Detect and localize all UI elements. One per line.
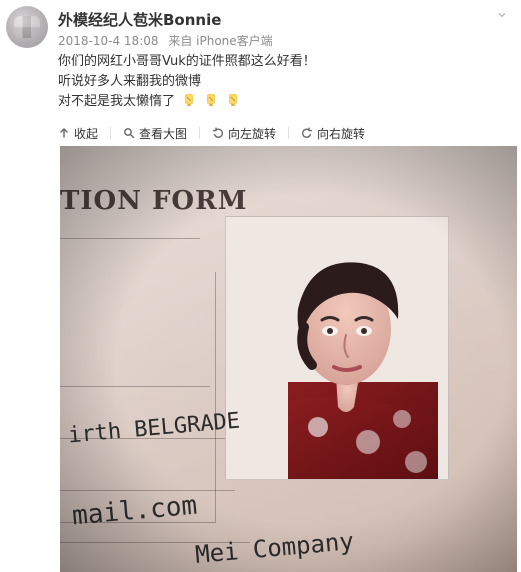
form-title: TION FORM [60, 186, 248, 216]
author-name[interactable]: 外模经纪人苞米Bonnie [58, 9, 221, 30]
chevron-down-icon[interactable]: ⌄ [493, 3, 511, 21]
rotate-left-icon [212, 127, 224, 138]
post-line-3: 对不起是我太懒惰了 [58, 92, 508, 112]
post-source: 来自 iPhone客户端 [168, 34, 273, 48]
handwritten-company: Mei Company [194, 527, 355, 569]
post-line-1: 你们的网红小哥哥Vuk的证件照都这么好看！ [58, 54, 316, 69]
toolbar-divider [288, 127, 290, 139]
toolbar-divider [110, 127, 112, 139]
toolbar-divider [199, 127, 201, 139]
emoji-icon [225, 92, 241, 108]
avatar[interactable] [6, 6, 48, 48]
post-text: 你们的网红小哥哥Vuk的证件照都这么好看！ 听说好多人来翻我的微博 对不起是我太… [58, 52, 508, 112]
image-toolbar: 收起 查看大图 向左旋转 向右旋转 [58, 122, 512, 144]
portrait-illustration [226, 217, 448, 479]
rotate-right-label: 向右旋转 [317, 126, 366, 141]
portrait-photo [225, 216, 449, 480]
magnifier-icon [124, 128, 135, 139]
view-large-label: 查看大图 [139, 126, 188, 141]
form-line [60, 238, 200, 239]
post-time[interactable]: 2018-10-4 18:08 [58, 34, 159, 48]
avatar-pixelation [14, 16, 40, 38]
rotate-right-button[interactable]: 向右旋转 [301, 125, 365, 142]
post-line-2: 听说好多人来翻我的微博 [58, 74, 202, 89]
post-image[interactable]: TION FORM irth BELGRADE mail.com Mei Com… [60, 146, 517, 572]
rotate-right-icon [302, 127, 313, 138]
rotate-left-button[interactable]: 向左旋转 [212, 125, 276, 142]
collapse-button[interactable]: 收起 [58, 125, 98, 142]
rotate-left-label: 向左旋转 [228, 126, 277, 141]
application-form: TION FORM irth BELGRADE mail.com Mei Com… [60, 146, 517, 572]
weibo-post: 外模经纪人苞米Bonnie ⌄ 2018-10-4 18:08 来自 iPhon… [0, 0, 521, 572]
post-line-3-text: 对不起是我太懒惰了 [58, 94, 176, 109]
collapse-icon [60, 128, 68, 138]
collapse-label: 收起 [74, 126, 99, 141]
view-large-button[interactable]: 查看大图 [123, 125, 187, 142]
emoji-icon [181, 92, 197, 108]
post-meta: 2018-10-4 18:08 来自 iPhone客户端 [58, 32, 273, 49]
emoji-icon [203, 92, 219, 108]
form-box [60, 272, 216, 523]
